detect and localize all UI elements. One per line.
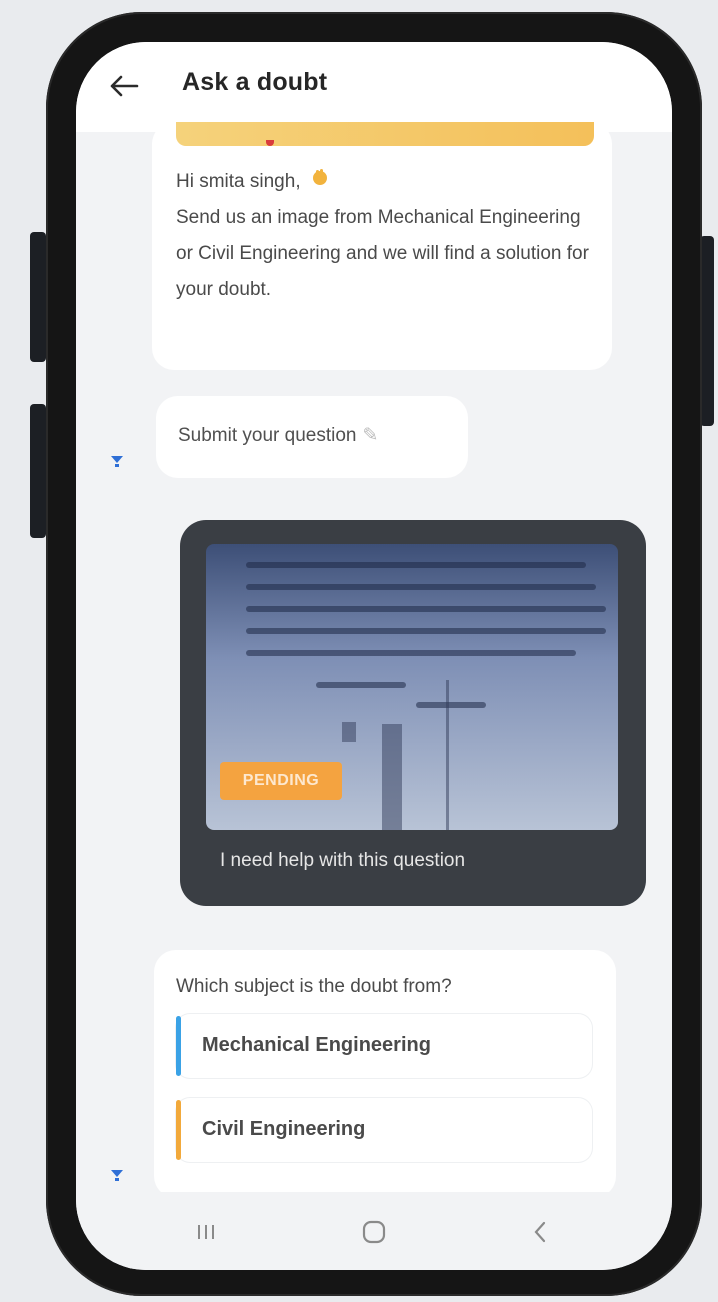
- chat-thread: Hi smita singh, Send us an image from Me…: [76, 122, 672, 1202]
- figure-mark: [342, 722, 356, 742]
- nav-back-icon: [534, 1221, 546, 1243]
- volume-up-button: [30, 232, 46, 362]
- option-mechanical-engineering[interactable]: Mechanical Engineering: [176, 1014, 592, 1078]
- image-text-line: [246, 628, 606, 634]
- image-text-line: [246, 562, 586, 568]
- image-text-line: [416, 702, 486, 708]
- user-image-message[interactable]: PENDING I need help with this question: [180, 520, 646, 906]
- bot-marker-icon: [110, 1168, 124, 1182]
- welcome-banner: [176, 122, 594, 146]
- home-icon: [362, 1220, 386, 1244]
- image-text-line: [316, 682, 406, 688]
- question-image[interactable]: PENDING: [206, 544, 618, 830]
- figure-column: [382, 724, 402, 830]
- edit-pen-icon: ✎: [362, 425, 379, 446]
- bot-marker-icon: [110, 454, 124, 468]
- system-nav-bar: [76, 1192, 672, 1270]
- option-civil-engineering[interactable]: Civil Engineering: [176, 1098, 592, 1162]
- home-button[interactable]: [354, 1212, 394, 1252]
- nav-back-button[interactable]: [520, 1212, 560, 1252]
- submit-question-message: Submit your question ✎: [156, 396, 468, 478]
- app-header: Ask a doubt: [76, 42, 672, 132]
- device-stage: Ask a doubt Hi smita singh, Send us an i…: [0, 0, 718, 1302]
- submit-text: Submit your question ✎: [178, 424, 378, 447]
- greeting-text: Hi smita singh,: [176, 171, 301, 192]
- subject-question: Which subject is the doubt from?: [176, 976, 452, 997]
- option-label: Civil Engineering: [202, 1118, 366, 1140]
- phone-screen: Ask a doubt Hi smita singh, Send us an i…: [76, 42, 672, 1270]
- option-accent: [176, 1016, 181, 1076]
- option-label: Mechanical Engineering: [202, 1034, 431, 1056]
- page-title: Ask a doubt: [182, 68, 328, 96]
- recent-apps-button[interactable]: [186, 1212, 226, 1252]
- pending-badge: PENDING: [220, 762, 342, 800]
- back-button[interactable]: [104, 66, 144, 106]
- image-caption: I need help with this question: [220, 850, 466, 871]
- welcome-text: Hi smita singh, Send us an image from Me…: [176, 164, 596, 308]
- image-text-line: [246, 650, 576, 656]
- waving-hand-icon: [310, 164, 330, 200]
- welcome-body: Send us an image from Mechanical Enginee…: [176, 207, 589, 300]
- arrow-left-icon: [110, 75, 139, 97]
- figure-axis: [446, 680, 449, 830]
- submit-label: Submit your question: [178, 425, 357, 446]
- option-accent: [176, 1100, 181, 1160]
- welcome-message: Hi smita singh, Send us an image from Me…: [152, 122, 612, 370]
- image-text-line: [246, 606, 606, 612]
- subject-selector: Which subject is the doubt from? Mechani…: [154, 950, 616, 1198]
- power-button: [700, 236, 714, 426]
- image-text-line: [246, 584, 596, 590]
- volume-down-button: [30, 404, 46, 538]
- recent-apps-icon: [198, 1225, 214, 1239]
